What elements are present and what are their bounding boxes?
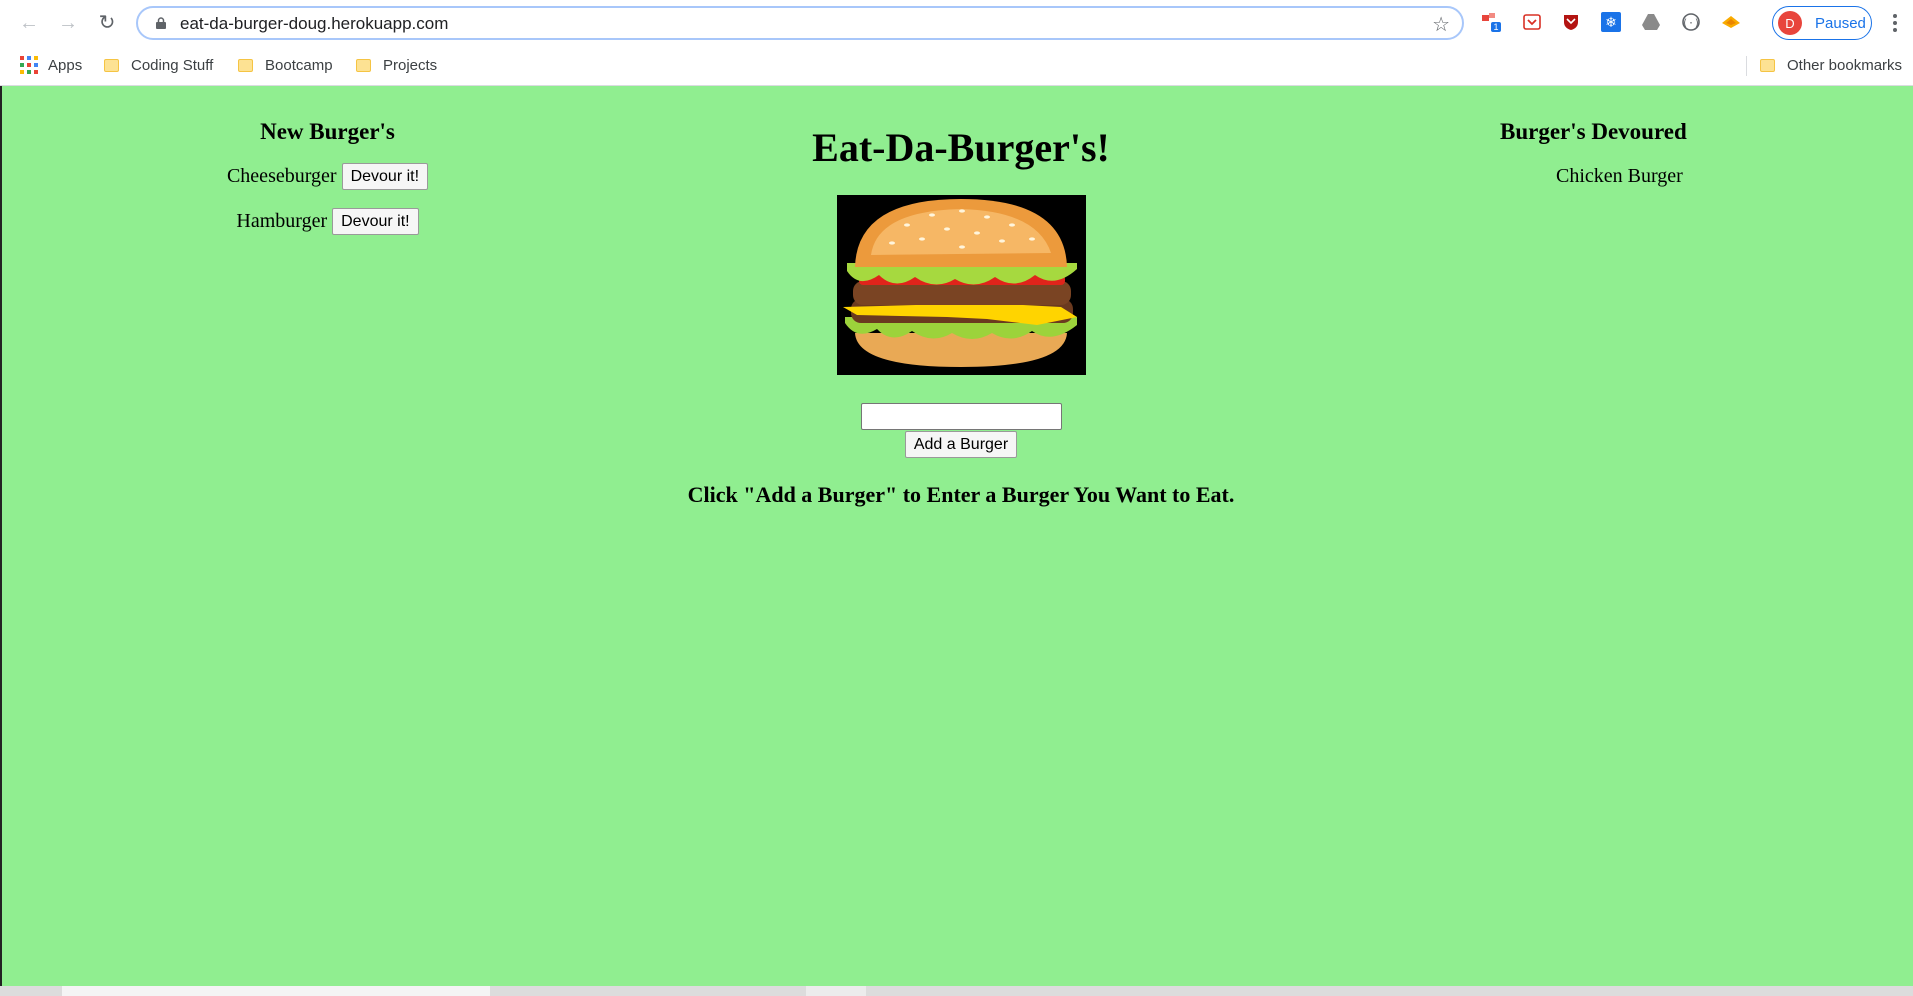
folder-icon <box>1760 58 1775 72</box>
bookmark-label: Apps <box>48 56 83 74</box>
horizontal-scrollbar[interactable] <box>0 986 1913 996</box>
arrow-right-icon: → <box>58 12 78 34</box>
profile-button[interactable]: D Paused <box>1772 6 1872 40</box>
bookmark-star-icon[interactable]: ☆ <box>1432 12 1450 37</box>
window-edge <box>0 86 2 986</box>
bookmark-projects[interactable]: Projects <box>356 54 437 76</box>
lock-icon <box>156 17 166 29</box>
pocket-icon[interactable] <box>1521 11 1543 33</box>
avatar: D <box>1778 11 1802 35</box>
bookmark-label: Bootcamp <box>265 56 333 74</box>
bookmark-separator <box>1746 56 1747 76</box>
code-circle-icon[interactable]: (·) <box>1680 11 1702 33</box>
page-title: Eat-Da-Burger's! <box>812 125 1110 170</box>
list-item: Cheeseburger Devour it! <box>200 163 455 190</box>
kebab-menu-icon[interactable] <box>1887 10 1903 36</box>
snowflake-icon[interactable]: ❄ <box>1600 11 1622 33</box>
bookmark-other[interactable]: Other bookmarks <box>1760 54 1902 76</box>
shield-icon[interactable] <box>1560 11 1582 33</box>
bookmark-label: Coding Stuff <box>131 56 214 74</box>
folder-icon <box>104 58 119 72</box>
svg-text:1: 1 <box>1493 22 1498 32</box>
new-burgers-column: New Burger's Cheeseburger Devour it! Ham… <box>200 86 455 235</box>
burger-name-input[interactable] <box>860 403 1062 430</box>
devour-button[interactable]: Devour it! <box>332 208 419 235</box>
profile-status: Paused <box>1815 14 1866 32</box>
address-bar[interactable]: eat-da-burger-doug.herokuapp.com ☆ <box>136 6 1464 40</box>
list-item: Chicken Burger <box>1556 165 1683 187</box>
bookmark-label: Other bookmarks <box>1787 56 1903 74</box>
extension-diagram-icon[interactable]: 1 <box>1480 11 1502 33</box>
wings-icon[interactable] <box>1720 11 1742 33</box>
burger-image <box>836 195 1086 375</box>
drive-icon[interactable] <box>1640 11 1662 33</box>
devoured-column: Burger's Devoured Chicken Burger <box>1460 86 1730 188</box>
center-column: Eat-Da-Burger's! Add a Burger Click "Add… <box>600 86 1322 508</box>
scrollbar-thumb[interactable] <box>62 986 490 996</box>
devoured-heading: Burger's Devoured <box>1500 119 1687 144</box>
bookmarks-bar: Apps Coding Stuff Bootcamp Projects Othe… <box>0 46 1913 86</box>
bookmark-coding-stuff[interactable]: Coding Stuff <box>104 54 213 76</box>
bookmark-label: Projects <box>383 56 438 74</box>
scrollbar-segment <box>806 986 866 996</box>
arrow-left-icon: ← <box>19 12 39 34</box>
reload-icon: ↻ <box>98 12 116 34</box>
folder-icon <box>238 58 253 72</box>
reload-button[interactable]: ↻ <box>94 10 120 36</box>
apps-grid-icon <box>20 56 38 74</box>
back-button[interactable]: ← <box>16 10 42 36</box>
folder-icon <box>356 58 371 72</box>
bookmark-bootcamp[interactable]: Bootcamp <box>238 54 333 76</box>
bookmark-apps[interactable]: Apps <box>20 54 82 76</box>
burger-name: Hamburger <box>236 210 328 232</box>
svg-text:(·): (·) <box>1682 18 1700 29</box>
new-burgers-heading: New Burger's <box>260 119 395 144</box>
burger-name: Cheeseburger <box>226 165 337 187</box>
forward-button[interactable]: → <box>55 10 81 36</box>
list-item: Hamburger Devour it! <box>200 208 455 235</box>
page-content: New Burger's Cheeseburger Devour it! Ham… <box>0 86 1913 986</box>
devour-button[interactable]: Devour it! <box>341 163 429 190</box>
url-text: eat-da-burger-doug.herokuapp.com <box>180 14 449 33</box>
instructions-text: Click "Add a Burger" to Enter a Burger Y… <box>687 482 1235 507</box>
svg-text:❄: ❄ <box>1605 15 1617 31</box>
browser-toolbar: ← → ↻ eat-da-burger-doug.herokuapp.com ☆… <box>0 0 1913 46</box>
add-burger-button[interactable]: Add a Burger <box>904 431 1018 458</box>
